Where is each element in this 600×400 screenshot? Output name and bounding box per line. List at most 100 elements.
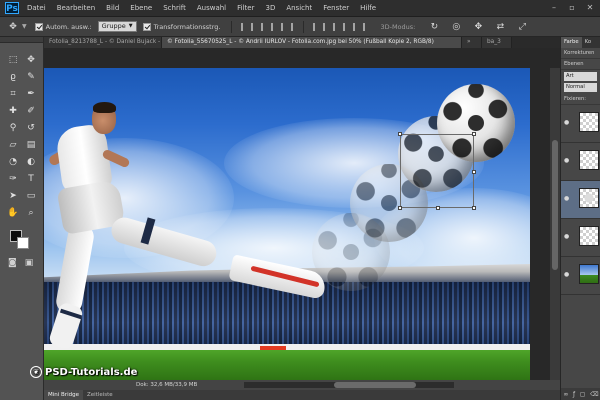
3d-rotate-icon[interactable]: ↻	[425, 20, 443, 34]
auto-select-checkbox[interactable]	[34, 22, 43, 31]
auto-select-dropdown[interactable]: Gruppe ▼	[97, 21, 137, 32]
layer-row[interactable]: ●	[561, 257, 600, 295]
tools-panel: ⬚ ✥ ϱ ✎ ⌗ ✒ ✚ ✐ ⚲ ↺ ▱ ▤ ◔ ◐ ✑ T ➤ ▭ ✋ ⌕ ◙ ▣	[0, 37, 44, 400]
eye-icon[interactable]: ●	[564, 195, 569, 202]
close-icon[interactable]: ✕	[584, 2, 596, 14]
transform-handle[interactable]	[472, 170, 476, 174]
hand-tool-icon[interactable]: ✋	[6, 206, 20, 220]
menu-datei[interactable]: Datei	[27, 4, 46, 12]
type-tool-icon[interactable]: T	[24, 172, 38, 186]
transform-controls-checkbox[interactable]	[142, 22, 151, 31]
layer-row[interactable]: ●	[561, 143, 600, 181]
eraser-tool-icon[interactable]: ▱	[6, 138, 20, 152]
transform-bounding-box[interactable]	[398, 132, 476, 210]
minimize-icon[interactable]: –	[548, 2, 560, 14]
eye-icon[interactable]: ●	[564, 271, 569, 278]
eyedropper-tool-icon[interactable]: ✒	[24, 87, 38, 101]
align-bottom-icon[interactable]	[291, 22, 298, 31]
align-center-icon[interactable]	[251, 22, 258, 31]
blur-tool-icon[interactable]: ◔	[6, 155, 20, 169]
document-canvas[interactable]	[44, 68, 530, 380]
tab-ko[interactable]: Ko	[582, 37, 594, 48]
menu-schrift[interactable]: Schrift	[163, 4, 186, 12]
horizontal-scrollbar[interactable]	[244, 382, 454, 388]
quick-mask-icon[interactable]: ◙	[8, 258, 17, 268]
align-right-icon[interactable]	[261, 22, 268, 31]
distribute-middle-icon[interactable]	[323, 22, 330, 31]
background-color-swatch[interactable]	[17, 237, 29, 249]
distribute-left-icon[interactable]	[343, 22, 350, 31]
eye-icon[interactable]: ●	[564, 119, 569, 126]
menu-bild[interactable]: Bild	[106, 4, 119, 12]
move-tool-icon[interactable]: ✥	[24, 53, 38, 67]
maximize-icon[interactable]: ▫	[566, 2, 578, 14]
blend-mode-select[interactable]: Normal	[564, 83, 597, 92]
menu-filter[interactable]: Filter	[237, 4, 254, 12]
document-size-status[interactable]: Dok: 32,6 MB/33,9 MB	[136, 382, 197, 388]
healing-brush-tool-icon[interactable]: ✚	[6, 104, 20, 118]
gradient-tool-icon[interactable]: ▤	[24, 138, 38, 152]
brush-tool-icon[interactable]: ✐	[24, 104, 38, 118]
layer-row[interactable]: ●	[561, 219, 600, 257]
tab-overflow[interactable]: »	[462, 37, 482, 48]
menu-3d[interactable]: 3D	[265, 4, 275, 12]
menu-ebene[interactable]: Ebene	[130, 4, 152, 12]
tab-document-1[interactable]: Fotolia_8213788_L - © Daniel Bujack - Fo…	[44, 37, 162, 48]
pen-tool-icon[interactable]: ✑	[6, 172, 20, 186]
new-layer-icon[interactable]: ▢	[580, 391, 586, 398]
shape-tool-icon[interactable]: ▭	[24, 189, 38, 203]
transform-handle[interactable]	[472, 206, 476, 210]
clone-stamp-tool-icon[interactable]: ⚲	[6, 121, 20, 135]
scrollbar-thumb[interactable]	[334, 382, 416, 388]
fx-icon[interactable]: ƒ	[573, 391, 575, 398]
layer-filter-select[interactable]: Art	[564, 72, 597, 81]
transform-handle[interactable]	[436, 206, 440, 210]
screen-mode-icon[interactable]: ▣	[25, 258, 34, 268]
menu-ansicht[interactable]: Ansicht	[286, 4, 312, 12]
tab-color[interactable]: Farbe	[561, 37, 582, 48]
3d-roll-icon[interactable]: ◎	[447, 20, 465, 34]
transform-handle[interactable]	[398, 206, 402, 210]
move-tool-icon[interactable]: ✥	[4, 20, 22, 34]
eye-icon[interactable]: ●	[564, 157, 569, 164]
panel-tab-layers[interactable]: Ebenen	[561, 59, 600, 70]
zoom-tool-icon[interactable]: ⌕	[24, 206, 38, 220]
layer-row-selected[interactable]: ●	[561, 181, 600, 219]
lasso-tool-icon[interactable]: ϱ	[6, 70, 20, 84]
distribute-bottom-icon[interactable]	[333, 22, 340, 31]
marquee-tool-icon[interactable]: ⬚	[6, 53, 20, 67]
link-icon[interactable]: ∞	[563, 391, 568, 398]
distribute-top-icon[interactable]	[313, 22, 320, 31]
layer-row[interactable]: ●	[561, 105, 600, 143]
3d-drag-icon[interactable]: ✥	[469, 20, 487, 34]
tab-document-active[interactable]: © Fotolia_55670525_L - © Andrii IURLOV -…	[162, 37, 462, 48]
tab-timeline[interactable]: Zeitleiste	[83, 390, 117, 400]
transform-handle[interactable]	[398, 132, 402, 136]
tab-document-3[interactable]: ba_3	[482, 37, 512, 48]
distribute-center-icon[interactable]	[353, 22, 360, 31]
canvas-area[interactable]	[44, 48, 560, 380]
path-select-tool-icon[interactable]: ➤	[6, 189, 20, 203]
chevron-down-icon[interactable]: ▼	[22, 23, 27, 30]
dodge-tool-icon[interactable]: ◐	[24, 155, 38, 169]
3d-scale-icon[interactable]: ⤢	[513, 20, 531, 34]
panel-tab-adjustments[interactable]: Korrekturen	[561, 48, 600, 59]
eye-icon[interactable]: ●	[564, 233, 569, 240]
menu-fenster[interactable]: Fenster	[323, 4, 349, 12]
transform-handle[interactable]	[472, 132, 476, 136]
distribute-right-icon[interactable]	[363, 22, 370, 31]
menu-bearbeiten[interactable]: Bearbeiten	[57, 4, 95, 12]
trash-icon[interactable]: ⌫	[590, 391, 598, 398]
align-left-icon[interactable]	[241, 22, 248, 31]
tab-mini-bridge[interactable]: Mini Bridge	[44, 390, 83, 400]
quick-select-tool-icon[interactable]: ✎	[24, 70, 38, 84]
align-top-icon[interactable]	[271, 22, 278, 31]
menu-hilfe[interactable]: Hilfe	[360, 4, 376, 12]
crop-tool-icon[interactable]: ⌗	[6, 87, 20, 101]
align-middle-icon[interactable]	[281, 22, 288, 31]
3d-slide-icon[interactable]: ⇄	[491, 20, 509, 34]
history-brush-tool-icon[interactable]: ↺	[24, 121, 38, 135]
scrollbar-thumb[interactable]	[552, 140, 558, 270]
menu-auswahl[interactable]: Auswahl	[197, 4, 226, 12]
vertical-scrollbar[interactable]	[550, 68, 560, 380]
